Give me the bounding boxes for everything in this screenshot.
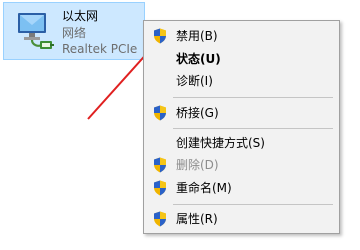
menu-separator [173, 204, 333, 205]
uac-shield-icon [154, 157, 166, 173]
menu-item-label: 删除(D) [176, 158, 219, 172]
menu-item-bridge[interactable]: 桥接(G) [146, 102, 337, 124]
uac-shield-icon [154, 211, 166, 227]
menu-item-delete[interactable]: 删除(D) [146, 154, 337, 176]
network-adapter-tile[interactable]: 以太网 网络 Realtek PCIe [3, 2, 145, 60]
menu-item-diagnose[interactable]: 诊断(I) [146, 70, 337, 92]
menu-item-rename[interactable]: 重命名(M) [146, 177, 337, 199]
menu-item-label: 创建快捷方式(S) [176, 136, 265, 150]
menu-item-properties[interactable]: 属性(R) [146, 208, 337, 230]
menu-separator [173, 97, 333, 98]
uac-shield-icon [154, 180, 166, 196]
menu-item-status[interactable]: 状态(U) [146, 48, 337, 70]
menu-item-disable[interactable]: 禁用(B) [146, 25, 337, 47]
adapter-name: 以太网 [62, 9, 99, 23]
menu-item-label: 诊断(I) [176, 74, 213, 88]
menu-item-label: 属性(R) [176, 212, 218, 226]
adapter-device-name: Realtek PCIe [62, 42, 138, 56]
menu-item-label: 状态(U) [176, 52, 221, 66]
menu-item-label: 桥接(G) [176, 106, 219, 120]
adapter-status: 网络 [62, 26, 87, 40]
uac-shield-icon [154, 28, 166, 44]
menu-separator [173, 128, 333, 129]
uac-shield-icon [154, 105, 166, 121]
menu-item-label: 重命名(M) [176, 181, 232, 195]
network-adapter-icon [18, 13, 54, 49]
menu-item-create-shortcut[interactable]: 创建快捷方式(S) [146, 132, 337, 154]
menu-item-label: 禁用(B) [176, 29, 218, 43]
context-menu: 禁用(B) 状态(U) 诊断(I) 桥接(G) 创建快捷方式(S) 删除(D) [143, 20, 340, 234]
